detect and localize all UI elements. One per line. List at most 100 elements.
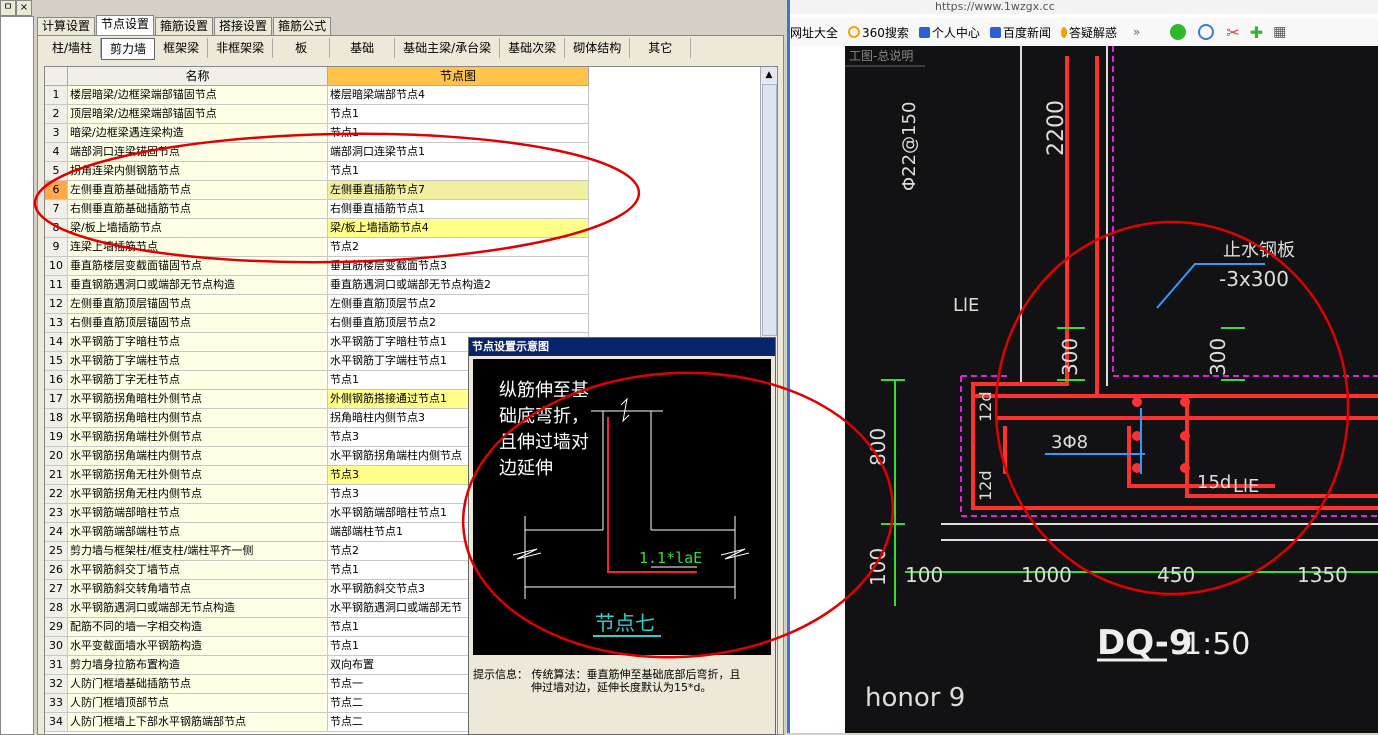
address-text[interactable]: https://www.1wzgx.cc <box>790 0 1055 13</box>
row-number[interactable]: 15 <box>45 352 68 371</box>
row-number[interactable]: 32 <box>45 675 68 694</box>
bookmark-baidu-news[interactable]: 百度新闻 <box>989 24 1051 41</box>
table-row[interactable]: 9 连梁上墙插筋节点 节点2 <box>45 238 589 257</box>
row-number[interactable]: 30 <box>45 637 68 656</box>
row-number[interactable]: 21 <box>45 466 68 485</box>
row-node-select[interactable]: 左侧垂直筋顶层节点2 <box>328 295 589 314</box>
row-number[interactable]: 9 <box>45 238 68 257</box>
row-number[interactable]: 27 <box>45 580 68 599</box>
row-number[interactable]: 18 <box>45 409 68 428</box>
tab-masonry[interactable]: 砌体结构 <box>565 38 631 58</box>
table-row[interactable]: 11 垂直钢筋遇洞口或端部无节点构造 垂直筋遇洞口或端部无节点构造2 <box>45 276 589 295</box>
row-number[interactable]: 6 <box>45 181 68 200</box>
table-row[interactable]: 3 暗梁/边框梁遇连梁构造 节点1 <box>45 124 589 143</box>
tab-column[interactable]: 柱/墙柱 <box>44 38 102 58</box>
bookmark-personal-center[interactable]: 个人中心 <box>918 24 980 41</box>
row-number[interactable]: 28 <box>45 599 68 618</box>
node-diagram-title[interactable]: 节点设置示意图 <box>469 338 775 356</box>
minus-circle-icon[interactable] <box>1198 24 1216 40</box>
row-node-select[interactable]: 节点1 <box>328 124 589 143</box>
tab-stirrup-settings[interactable]: 箍筋设置 <box>155 17 214 35</box>
tab-stirrup-formula[interactable]: 箍筋公式 <box>273 17 332 35</box>
grid-header-node[interactable]: 节点图 <box>328 67 589 86</box>
row-number[interactable]: 25 <box>45 542 68 561</box>
row-number[interactable]: 1 <box>45 86 68 105</box>
row-number[interactable]: 23 <box>45 504 68 523</box>
row-node-select[interactable]: 右侧垂直插筋节点1 <box>328 200 589 219</box>
tab-frame-beam[interactable]: 框架梁 <box>155 38 209 58</box>
row-node-select[interactable]: 端部洞口连梁节点1 <box>328 143 589 162</box>
row-number[interactable]: 22 <box>45 485 68 504</box>
row-number[interactable]: 10 <box>45 257 68 276</box>
close-icon[interactable]: × <box>16 0 32 16</box>
add-extension-icon[interactable]: ✚ <box>1250 23 1263 42</box>
more-bookmarks-button[interactable]: » <box>1133 25 1140 39</box>
table-row[interactable]: 4 端部洞口连梁锚固节点 端部洞口连梁节点1 <box>45 143 589 162</box>
wechat-icon[interactable] <box>1170 24 1188 40</box>
table-row[interactable]: 10 垂直筋楼层变截面锚固节点 垂直筋楼层变截面节点3 <box>45 257 589 276</box>
row-number[interactable]: 24 <box>45 523 68 542</box>
row-number[interactable]: 29 <box>45 618 68 637</box>
row-node-select[interactable]: 楼层暗梁端部节点4 <box>328 86 589 105</box>
row-number[interactable]: 12 <box>45 295 68 314</box>
row-node-select[interactable]: 右侧垂直筋顶层节点2 <box>328 314 589 333</box>
row-number[interactable]: 34 <box>45 713 68 732</box>
table-row[interactable]: 6 左侧垂直筋基础插筋节点 左侧垂直插筋节点7 <box>45 181 589 200</box>
row-number[interactable]: 7 <box>45 200 68 219</box>
node-diagram-canvas: 纵筋伸至基 础底弯折， 且伸过墙对 边延伸 1.1*laE 节点七 <box>473 359 771 655</box>
scroll-up-icon[interactable]: ▲ <box>761 67 777 83</box>
bookmark-url-nav[interactable]: 网址大全 <box>790 24 838 41</box>
dim-300-left-label: 300 <box>1058 338 1082 376</box>
tab-slab[interactable]: 板 <box>273 38 331 58</box>
row-name: 配筋不同的墙一字相交构造 <box>68 618 328 637</box>
row-number[interactable]: 16 <box>45 371 68 390</box>
table-row[interactable]: 13 右侧垂直筋顶层锚固节点 右侧垂直筋顶层节点2 <box>45 314 589 333</box>
tab-nonframe-beam[interactable]: 非框架梁 <box>208 38 274 58</box>
row-number[interactable]: 20 <box>45 447 68 466</box>
row-number[interactable]: 19 <box>45 428 68 447</box>
row-node-select[interactable]: 节点1 <box>328 162 589 181</box>
row-number[interactable]: 31 <box>45 656 68 675</box>
scroll-thumb[interactable] <box>762 84 777 336</box>
tab-lap-settings[interactable]: 搭接设置 <box>214 17 273 35</box>
bookmark-qa[interactable]: 答疑解惑 <box>1060 24 1117 41</box>
tab-node-settings[interactable]: 节点设置 <box>96 15 155 35</box>
tab-calc-settings[interactable]: 计算设置 <box>37 17 96 35</box>
pin-icon[interactable]: ㅁ <box>0 0 16 16</box>
rebar-spec-label: Φ22@150 <box>899 102 920 191</box>
row-number[interactable]: 26 <box>45 561 68 580</box>
row-number[interactable]: 14 <box>45 333 68 352</box>
tab-other[interactable]: 其它 <box>630 38 692 58</box>
row-number[interactable]: 4 <box>45 143 68 162</box>
table-row[interactable]: 7 右侧垂直筋基础插筋节点 右侧垂直插筋节点1 <box>45 200 589 219</box>
row-node-select[interactable]: 左侧垂直插筋节点7 <box>328 181 589 200</box>
row-number[interactable]: 17 <box>45 390 68 409</box>
grid-header-name[interactable]: 名称 <box>68 67 328 86</box>
row-node-select[interactable]: 垂直筋楼层变截面节点3 <box>328 257 589 276</box>
table-row[interactable]: 8 梁/板上墙插筋节点 梁/板上墙插筋节点4 <box>45 219 589 238</box>
row-number[interactable]: 5 <box>45 162 68 181</box>
table-row[interactable]: 12 左侧垂直筋顶层锚固节点 左侧垂直筋顶层节点2 <box>45 295 589 314</box>
row-number[interactable]: 13 <box>45 314 68 333</box>
row-number[interactable]: 11 <box>45 276 68 295</box>
row-number[interactable]: 3 <box>45 124 68 143</box>
row-node-select[interactable]: 垂直筋遇洞口或端部无节点构造2 <box>328 276 589 295</box>
tab-foundation[interactable]: 基础 <box>330 38 396 58</box>
tab-shear-wall[interactable]: 剪力墙 <box>101 38 156 60</box>
tab-foundation-secondary-beam[interactable]: 基础次梁 <box>500 38 566 58</box>
row-number[interactable]: 2 <box>45 105 68 124</box>
row-node-select[interactable]: 节点2 <box>328 238 589 257</box>
row-number[interactable]: 8 <box>45 219 68 238</box>
table-row[interactable]: 5 拐角连梁内侧钢筋节点 节点1 <box>45 162 589 181</box>
qa-icon <box>1060 26 1067 38</box>
scissors-icon[interactable]: ✂ <box>1226 23 1239 42</box>
row-number[interactable]: 33 <box>45 694 68 713</box>
bookmark-360-search[interactable]: 360搜索 <box>848 24 909 41</box>
apps-grid-icon[interactable]: ▦ <box>1273 24 1286 40</box>
table-row[interactable]: 1 楼层暗梁/边框梁端部锚固节点 楼层暗梁端部节点4 <box>45 86 589 105</box>
address-bar[interactable]: https://www.1wzgx.cc <box>790 0 1378 14</box>
table-row[interactable]: 2 顶层暗梁/边框梁端部锚固节点 节点1 <box>45 105 589 124</box>
row-node-select[interactable]: 节点1 <box>328 105 589 124</box>
tab-foundation-main-beam[interactable]: 基础主梁/承台梁 <box>395 38 501 58</box>
row-node-select[interactable]: 梁/板上墙插筋节点4 <box>328 219 589 238</box>
